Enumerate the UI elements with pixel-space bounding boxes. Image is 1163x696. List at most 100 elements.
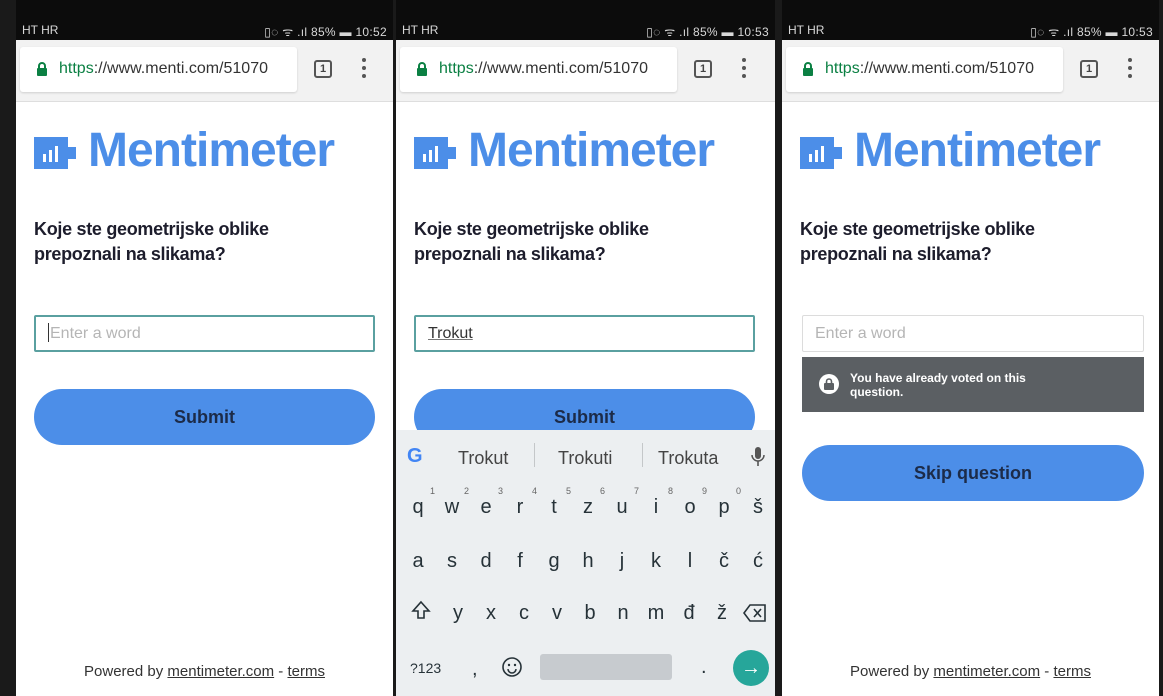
address-bar[interactable]: https://www.menti.com/51070 <box>786 47 1063 92</box>
key-o[interactable]: o9 <box>676 486 707 519</box>
word-input[interactable]: Enter a word <box>34 315 375 352</box>
key-hint: 8 <box>667 486 673 496</box>
key-q[interactable]: q1 <box>404 486 435 519</box>
phone-screen-typing: HT HR ▯◌ ᯤ .ıl 85% ▬ 10:53 https://www.m… <box>396 0 775 696</box>
key-t[interactable]: t5 <box>540 486 571 519</box>
text-caret <box>48 323 49 342</box>
key-ž[interactable]: ž <box>708 602 736 625</box>
key-g[interactable]: g <box>540 550 568 573</box>
key-b[interactable]: b <box>576 602 604 625</box>
overflow-menu-icon[interactable] <box>742 58 746 82</box>
address-bar[interactable]: https://www.menti.com/51070 <box>20 47 297 92</box>
mentimeter-link[interactable]: mentimeter.com <box>933 663 1040 680</box>
key-e[interactable]: e3 <box>472 486 503 519</box>
key-a[interactable]: a <box>404 550 432 573</box>
divider <box>534 443 535 467</box>
brand-name: Mentimeter <box>468 124 715 177</box>
symbols-key[interactable]: ?123 <box>410 660 441 676</box>
period-key[interactable]: . <box>701 656 707 679</box>
key-hint: 5 <box>565 486 571 496</box>
phone-screen-initial: HT HR ▯◌ ᯤ .ıl 85% ▬ 10:52 https://www.m… <box>16 0 393 696</box>
key-u[interactable]: u7 <box>608 486 639 519</box>
key-c[interactable]: c <box>510 602 538 625</box>
key-l[interactable]: l <box>676 550 704 573</box>
question-text: Koje ste geometrijske oblike prepoznali … <box>34 219 269 264</box>
key-m[interactable]: m <box>642 602 670 625</box>
comma-key[interactable]: , <box>472 658 478 681</box>
lock-icon <box>37 62 47 76</box>
submit-button[interactable]: Submit <box>34 389 375 445</box>
key-hint: 1 <box>429 486 435 496</box>
key-ć[interactable]: ć <box>744 550 772 573</box>
key-n[interactable]: n <box>609 602 637 625</box>
lock-icon <box>819 374 839 394</box>
overflow-menu-icon[interactable] <box>362 58 366 82</box>
suggestion-bar: G Trokut Trokuti Trokuta <box>396 430 775 484</box>
key-hint: 9 <box>701 486 707 496</box>
chart-logo-icon <box>800 137 842 169</box>
key-h[interactable]: h <box>574 550 602 573</box>
url-text: https://www.menti.com/51070 <box>825 60 1034 77</box>
key-i[interactable]: i8 <box>642 486 673 519</box>
on-screen-keyboard: G Trokut Trokuti Trokuta q1w2e3r4t5z6u7i… <box>396 430 775 696</box>
key-j[interactable]: j <box>608 550 636 573</box>
voted-message: You have already voted on this question. <box>850 371 1026 399</box>
key-v[interactable]: v <box>543 602 571 625</box>
key-y[interactable]: y <box>444 602 472 625</box>
word-input[interactable]: Trokut <box>414 315 755 352</box>
skip-question-button[interactable]: Skip question <box>802 445 1144 501</box>
key-š[interactable]: š <box>744 496 772 519</box>
carrier-label: HT HR <box>402 23 439 37</box>
key-f[interactable]: f <box>506 550 534 573</box>
carrier-label: HT HR <box>788 23 825 37</box>
status-icons: ▯◌ ᯤ .ıl 85% ▬ 10:53 <box>1030 25 1153 39</box>
input-placeholder: Enter a word <box>50 325 141 342</box>
address-bar[interactable]: https://www.menti.com/51070 <box>400 47 677 92</box>
word-input[interactable]: Enter a word <box>802 315 1144 352</box>
lock-icon <box>803 62 813 76</box>
divider <box>642 443 643 467</box>
status-icons: ▯◌ ᯤ .ıl 85% ▬ 10:53 <box>646 25 769 39</box>
key-đ[interactable]: đ <box>675 602 703 625</box>
key-w[interactable]: w2 <box>438 486 469 519</box>
emoji-icon[interactable] <box>501 656 523 678</box>
key-k[interactable]: k <box>642 550 670 573</box>
key-r[interactable]: r4 <box>506 486 537 519</box>
suggestion-3[interactable]: Trokuta <box>658 448 718 469</box>
backspace-icon[interactable] <box>743 604 767 622</box>
terms-link[interactable]: terms <box>287 663 325 680</box>
lock-icon <box>417 62 427 76</box>
key-hint: 2 <box>463 486 469 496</box>
suggestion-1[interactable]: Trokut <box>458 448 508 469</box>
key-č[interactable]: č <box>710 550 738 573</box>
footer: Powered by mentimeter.com - terms <box>850 663 1091 680</box>
question-text: Koje ste geometrijske oblike prepoznali … <box>414 219 649 264</box>
key-z[interactable]: z6 <box>574 486 605 519</box>
tab-switcher-button[interactable]: 1 <box>1080 60 1098 78</box>
status-icons: ▯◌ ᯤ .ıl 85% ▬ 10:52 <box>264 25 387 39</box>
key-s[interactable]: s <box>438 550 466 573</box>
key-d[interactable]: d <box>472 550 500 573</box>
space-bar[interactable] <box>540 654 672 680</box>
key-hint: 3 <box>497 486 503 496</box>
microphone-icon[interactable] <box>751 446 765 468</box>
google-icon[interactable]: G <box>407 445 429 467</box>
key-x[interactable]: x <box>477 602 505 625</box>
enter-arrow-icon[interactable]: → <box>733 650 769 686</box>
tab-switcher-button[interactable]: 1 <box>314 60 332 78</box>
shift-icon[interactable] <box>411 600 431 620</box>
browser-toolbar: https://www.menti.com/51070 1 <box>782 40 1159 102</box>
mentimeter-link[interactable]: mentimeter.com <box>167 663 274 680</box>
key-p[interactable]: p0 <box>710 486 741 519</box>
phone-screen-voted: HT HR ▯◌ ᯤ .ıl 85% ▬ 10:53 https://www.m… <box>782 0 1159 696</box>
key-hint: 6 <box>599 486 605 496</box>
terms-link[interactable]: terms <box>1053 663 1091 680</box>
input-placeholder: Enter a word <box>815 325 906 342</box>
already-voted-banner: You have already voted on this question. <box>802 357 1144 412</box>
browser-toolbar: https://www.menti.com/51070 1 <box>396 40 775 102</box>
tab-switcher-button[interactable]: 1 <box>694 60 712 78</box>
overflow-menu-icon[interactable] <box>1128 58 1132 82</box>
status-bar: HT HR ▯◌ ᯤ .ıl 85% ▬ 10:53 <box>782 0 1159 40</box>
brand-name: Mentimeter <box>88 124 335 177</box>
suggestion-2[interactable]: Trokuti <box>558 448 612 469</box>
